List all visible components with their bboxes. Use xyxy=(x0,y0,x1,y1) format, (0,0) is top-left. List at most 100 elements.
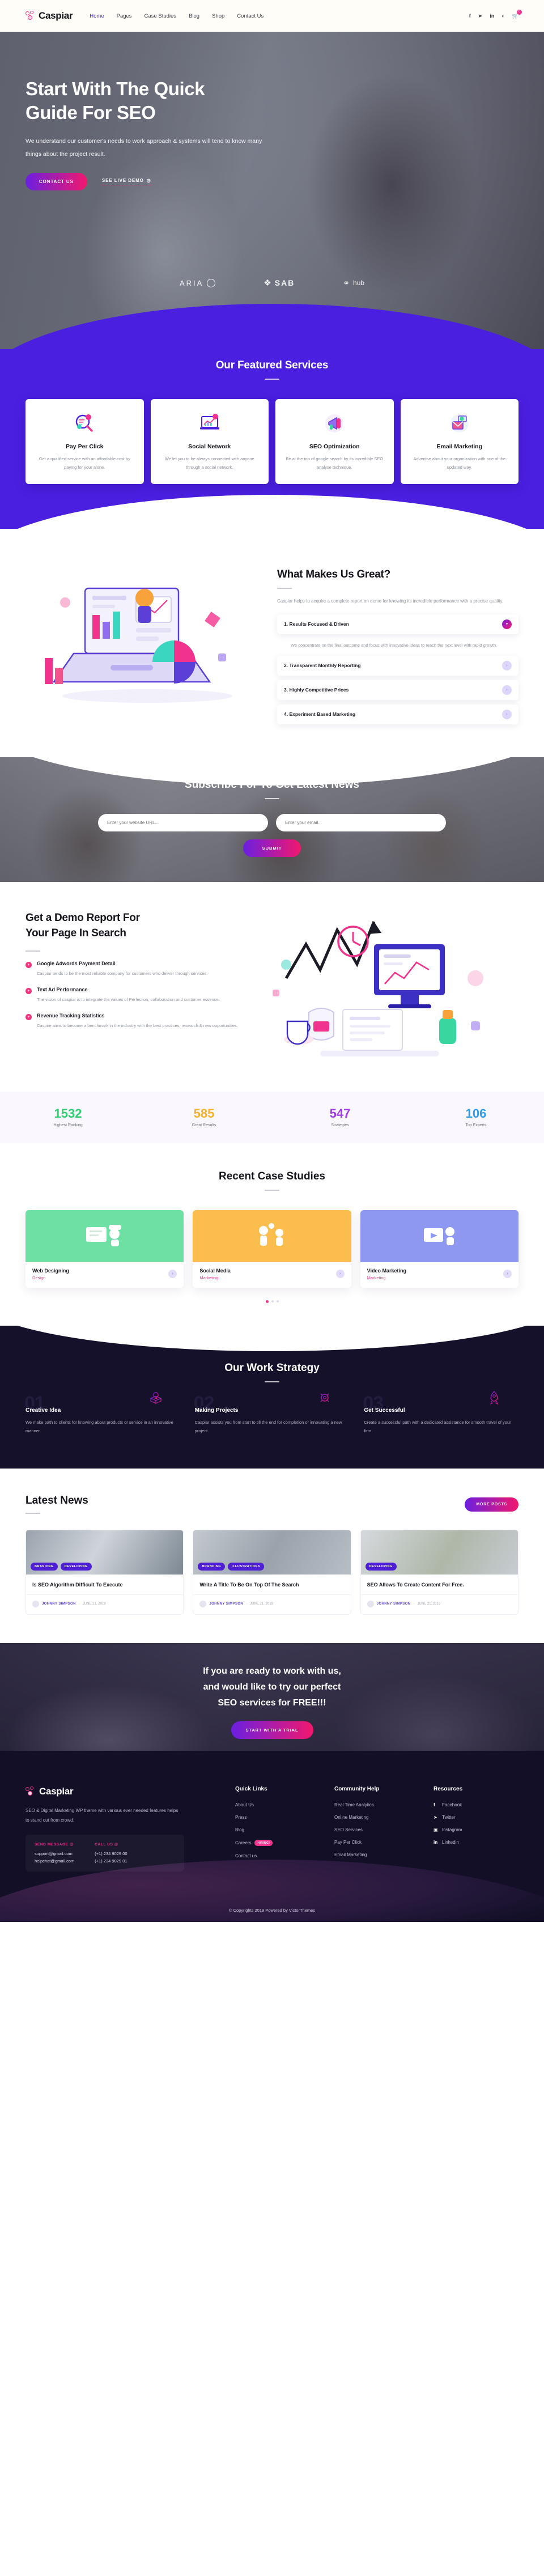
news-card[interactable]: BRANDING ILLUSTRATIONS Write A Title To … xyxy=(193,1530,351,1615)
carousel-dot[interactable] xyxy=(276,1300,279,1302)
phone-2[interactable]: (+1) 234 9029 01 xyxy=(95,1858,127,1864)
facebook-icon[interactable]: f xyxy=(469,13,471,19)
case-card[interactable]: Video Marketing Marketing › xyxy=(360,1210,518,1288)
strategy-item-text: Create a successful path with a dedicate… xyxy=(364,1419,511,1434)
twitter-icon[interactable]: ➤ xyxy=(478,13,483,19)
accordion-header-3[interactable]: 3. Highly Competitive Prices › xyxy=(277,680,518,700)
link-label: SEO Services xyxy=(334,1827,363,1833)
more-posts-button[interactable]: MORE POSTS xyxy=(465,1497,518,1512)
footer-link-real-time-analytics[interactable]: Real Time Analytics xyxy=(334,1802,434,1807)
circle-icon xyxy=(207,278,216,287)
demo-title-line1: Get a Demo Report For xyxy=(26,911,140,924)
service-card[interactable]: Social Network We let you to be always c… xyxy=(150,399,269,484)
footer-link-linkedin[interactable]: in Linkedin xyxy=(434,1840,518,1845)
phone-1[interactable]: (+1) 234 9029 00 xyxy=(95,1851,127,1856)
feature-text: The vision of caspiar is to integrate th… xyxy=(37,996,220,1002)
email-2[interactable]: helpchat@gmail.com xyxy=(35,1858,74,1864)
latest-news-section: Latest News MORE POSTS BRANDING DEVELOPI… xyxy=(26,1469,518,1643)
footer-link-blog[interactable]: Blog xyxy=(235,1827,334,1832)
accordion-header-1[interactable]: 1. Results Focused & Driven ▾ xyxy=(277,614,518,634)
footer-link-instagram[interactable]: ▣ Instagram xyxy=(434,1827,518,1832)
footer-link-seo-services[interactable]: SEO Services xyxy=(334,1827,434,1832)
footer-link-pay-per-click[interactable]: Pay Per Click xyxy=(334,1840,434,1845)
footer-link-online-marketing[interactable]: Online Marketing xyxy=(334,1815,434,1820)
accordion-header-2[interactable]: 2. Transparent Monthly Reporting › xyxy=(277,655,518,676)
news-author[interactable]: JOHNNY SIMPSON xyxy=(42,1602,76,1606)
counter-label: Strategies xyxy=(331,1123,349,1127)
chevron-right-icon[interactable]: › xyxy=(335,1270,345,1279)
logo-molecule-icon xyxy=(26,11,36,21)
footer-link-careers[interactable]: Careers HIRING! xyxy=(235,1840,334,1847)
case-category: Design xyxy=(32,1275,46,1280)
case-card[interactable]: Web Designing Design › xyxy=(26,1210,184,1288)
news-card[interactable]: BRANDING DEVELOPING Is SEO Algorithm Dif… xyxy=(26,1530,184,1615)
quick-links-title: Quick Links xyxy=(235,1786,267,1793)
start-trial-button[interactable]: START WITH A TRIAL xyxy=(231,1721,313,1739)
service-text: Get a qualified service with an affordab… xyxy=(39,456,130,470)
link-label: Twitter xyxy=(442,1815,456,1820)
carousel-dot-active[interactable] xyxy=(270,499,274,502)
news-card[interactable]: DEVELOPING SEO Allows To Create Content … xyxy=(360,1530,518,1615)
case-card[interactable]: Social Media Marketing › xyxy=(193,1210,351,1288)
cart-icon[interactable]: 🛒 0 xyxy=(512,9,522,19)
footer-link-about-us[interactable]: About Us xyxy=(235,1802,334,1807)
carousel-dot[interactable] xyxy=(271,1300,274,1302)
service-card[interactable]: SEO Optimization Be at the top of google… xyxy=(275,399,394,484)
website-url-input[interactable] xyxy=(98,813,268,831)
footer-link-email-marketing[interactable]: Email Marketing xyxy=(334,1852,434,1857)
demo-title: Get a Demo Report For Your Page In Searc… xyxy=(26,910,241,941)
nav-item-contact-us[interactable]: Contact Us xyxy=(237,13,264,19)
contact-us-button[interactable]: CONTACT US xyxy=(26,172,87,190)
service-card[interactable]: Email Marketing Advertise about your org… xyxy=(400,399,518,484)
nav-item-blog[interactable]: Blog xyxy=(189,13,199,19)
chevron-right-icon[interactable]: › xyxy=(502,660,512,670)
carousel-dot-active[interactable] xyxy=(265,1300,269,1303)
footer-link-facebook[interactable]: f Facebook xyxy=(434,1802,518,1807)
service-title: Email Marketing xyxy=(436,443,483,450)
case-category: Marketing xyxy=(367,1275,386,1280)
submit-button[interactable]: SUBMIT xyxy=(243,839,301,857)
email-input[interactable] xyxy=(276,813,446,831)
nav-item-pages[interactable]: Pages xyxy=(117,13,132,19)
carousel-dot[interactable] xyxy=(276,499,279,501)
nav-item-shop[interactable]: Shop xyxy=(212,13,224,19)
news-tag[interactable]: ILLUSTRATIONS xyxy=(227,1563,265,1571)
footer-link-twitter[interactable]: ➤ Twitter xyxy=(434,1815,518,1820)
news-author[interactable]: JOHNNY SIMPSON xyxy=(209,1602,243,1606)
magnifier-chart-icon xyxy=(33,410,136,436)
strategy-item-text: We make path to clients for knowing abou… xyxy=(26,1419,173,1434)
site-logo[interactable]: Caspiar xyxy=(26,10,73,22)
news-tag[interactable]: BRANDING xyxy=(198,1563,225,1571)
rss-icon[interactable]: ◐ xyxy=(502,13,504,19)
nav-item-case-studies[interactable]: Case Studies xyxy=(144,13,177,19)
footer-logo[interactable]: Caspiar xyxy=(26,1786,235,1797)
counter-item: 106 Top Experts xyxy=(408,1106,544,1127)
footer-link-contact-us[interactable]: Contact us xyxy=(235,1853,334,1858)
case-category: Marketing xyxy=(199,1275,219,1280)
brand-aria: ARIA xyxy=(180,278,216,287)
news-thumbnail: BRANDING DEVELOPING xyxy=(26,1530,184,1575)
chevron-right-icon[interactable]: › xyxy=(502,709,512,719)
news-author[interactable]: JOHNNY SIMPSON xyxy=(377,1602,411,1606)
news-tag[interactable]: BRANDING xyxy=(31,1563,58,1571)
news-tag[interactable]: DEVELOPING xyxy=(60,1563,92,1571)
chevron-down-icon[interactable]: ▾ xyxy=(502,619,512,629)
chevron-right-icon[interactable]: › xyxy=(168,1270,177,1279)
news-tag[interactable]: DEVELOPING xyxy=(365,1563,397,1571)
email-1[interactable]: support@gmail.com xyxy=(35,1851,74,1856)
service-card[interactable]: Pay Per Click Get a qualified service wi… xyxy=(26,399,144,484)
see-live-demo-button[interactable]: SEE LIVE DEMO ◎ xyxy=(101,178,151,185)
carousel-dot[interactable] xyxy=(265,499,268,501)
accordion-title: 2. Transparent Monthly Reporting xyxy=(284,663,361,669)
feature-item: + Google Adwords Payment Detail Caspiar … xyxy=(26,961,241,978)
chevron-right-icon[interactable]: › xyxy=(503,1270,512,1279)
accordion-header-4[interactable]: 4. Experiment Based Marketing › xyxy=(277,704,518,724)
linkedin-icon[interactable]: in xyxy=(490,13,494,19)
gear-icon xyxy=(317,1390,332,1405)
chevron-right-icon[interactable]: › xyxy=(502,685,512,695)
strategy-item: 01 Creative Idea We make path to clients… xyxy=(24,1391,180,1436)
nav-item-home[interactable]: Home xyxy=(90,13,104,19)
service-text: We let you to be always connected with a… xyxy=(164,456,254,470)
cta-section: If you are ready to work with us, and wo… xyxy=(0,1643,544,1751)
footer-link-press[interactable]: Press xyxy=(235,1815,334,1820)
